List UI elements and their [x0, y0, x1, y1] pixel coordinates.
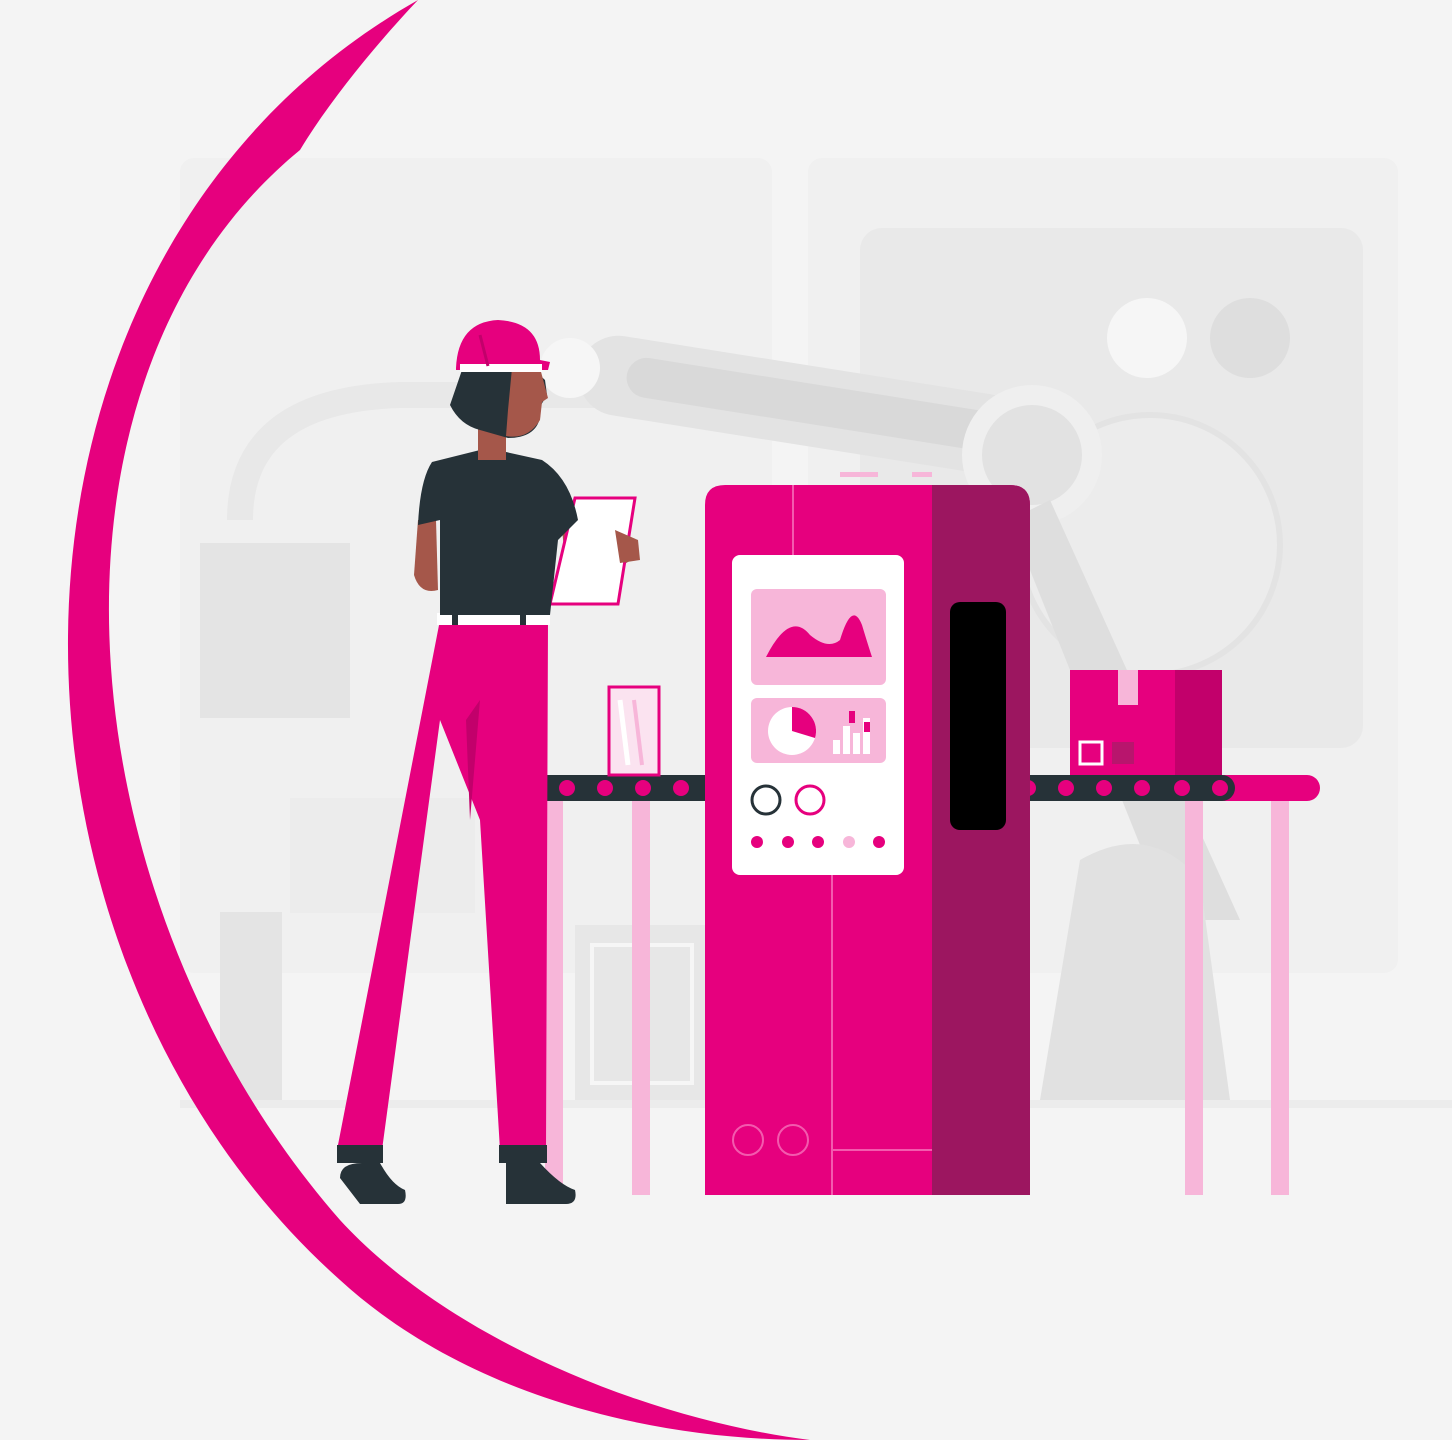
factory-illustration [0, 0, 1452, 1440]
package-box-icon [1070, 670, 1222, 775]
control-machine [705, 472, 1030, 1195]
glass-jar-icon [607, 685, 661, 777]
area-chart-icon [751, 589, 886, 685]
